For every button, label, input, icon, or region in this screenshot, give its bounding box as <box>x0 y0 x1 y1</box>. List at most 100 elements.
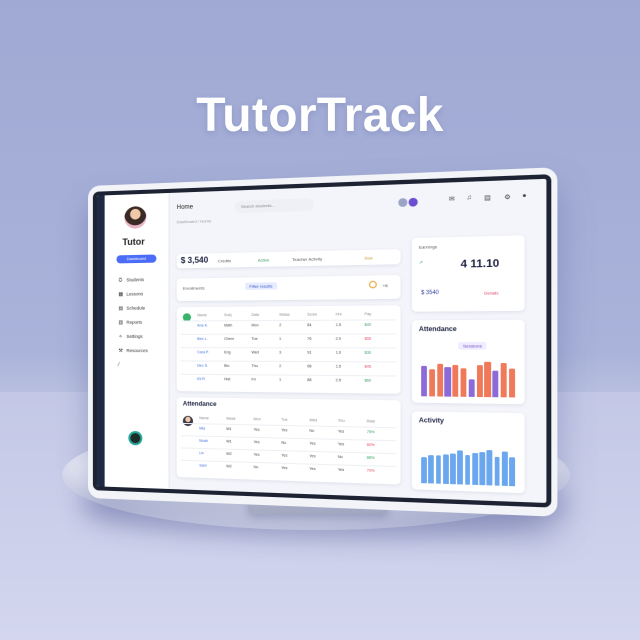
sidebar-item-2[interactable]: ▤ Schedule <box>118 305 145 311</box>
table-cell[interactable]: Mia <box>199 426 205 430</box>
table-header[interactable]: Date <box>251 313 259 317</box>
table-cell[interactable]: Liv <box>199 451 204 455</box>
details-link[interactable]: Details <box>484 290 499 296</box>
filter-button[interactable]: Filter results <box>245 282 277 290</box>
chart-bar[interactable] <box>468 379 475 397</box>
chart-bar[interactable] <box>501 451 508 486</box>
table-header[interactable]: Rate <box>367 419 375 423</box>
profile-icon[interactable] <box>408 197 418 207</box>
table-header[interactable]: Tue <box>281 418 287 422</box>
notification-icon[interactable]: ✉ <box>449 195 455 203</box>
table-cell[interactable]: Noah <box>199 439 208 443</box>
chart-bar[interactable] <box>500 362 507 398</box>
group-icon: ⛭ <box>118 277 123 284</box>
search-input[interactable]: Search students... <box>234 198 314 214</box>
table-header[interactable]: Week <box>226 417 235 421</box>
chart-bar[interactable] <box>484 361 491 398</box>
user-name: Tutor <box>122 236 145 248</box>
table-cell: Fri <box>251 377 256 382</box>
table-cell[interactable]: Eli R. <box>197 377 206 381</box>
row-divider <box>180 333 397 335</box>
bell-icon[interactable]: ♫ <box>466 195 471 202</box>
chart-bar[interactable] <box>435 455 442 484</box>
table-header[interactable]: Mon <box>254 417 261 421</box>
table-cell[interactable]: Cara P. <box>197 350 209 354</box>
chart-bar[interactable] <box>457 450 464 485</box>
table-cell: Yes <box>309 441 316 446</box>
chart-bar[interactable] <box>421 365 428 397</box>
breadcrumb: Dashboard / Home <box>176 218 212 225</box>
trend-icon: ↗ <box>418 259 423 265</box>
table-cell[interactable]: Dev S. <box>197 364 208 368</box>
stats-card: $ 3,540 Credits Active Teacher Activity … <box>176 249 401 269</box>
table-cell: Yes <box>337 442 345 447</box>
wrench-icon: ⚒ <box>118 348 123 355</box>
table-header[interactable]: Wed <box>309 418 317 422</box>
chart-bar[interactable] <box>421 456 427 484</box>
table-cell[interactable]: Ana K. <box>197 323 208 327</box>
chart-bar[interactable] <box>508 368 516 398</box>
chart-bar[interactable] <box>428 369 436 397</box>
chart-bar[interactable] <box>444 366 451 397</box>
table-header[interactable]: Hrs <box>336 312 342 316</box>
chart-bar[interactable] <box>436 363 443 397</box>
chart-top-legend[interactable]: Sessions <box>458 342 487 350</box>
table-header[interactable]: Subj <box>224 313 231 317</box>
chart-bar[interactable] <box>450 453 456 485</box>
chart-bar[interactable] <box>464 454 471 485</box>
chart-bar[interactable] <box>428 454 434 484</box>
active-tag[interactable]: Active <box>258 257 270 262</box>
table-cell: 70% <box>366 468 375 473</box>
more-icon[interactable]: ● <box>522 193 526 200</box>
filter-count: +8 <box>382 282 388 289</box>
table-cell: Chem <box>224 336 234 341</box>
row-divider <box>180 422 397 429</box>
chart-bar[interactable] <box>492 370 499 398</box>
table-cell: No <box>337 454 343 460</box>
table-header[interactable]: Name <box>197 313 207 317</box>
row-divider <box>180 459 397 468</box>
chart-bar[interactable] <box>460 368 467 397</box>
sidebar-item-label: Schedule <box>126 305 146 311</box>
sidebar-item-label: Students <box>126 277 145 283</box>
chart-bar[interactable] <box>479 452 486 486</box>
attendance-table: Attendance Name Week Mon Tue Wed Thu Rate Mia W1… <box>176 397 401 485</box>
calendar-icon[interactable]: ▤ <box>484 194 491 202</box>
table-header[interactable]: Name <box>199 416 209 420</box>
chart-bar[interactable] <box>476 365 483 398</box>
sidebar-item-5[interactable]: ⚒ Resources <box>118 348 147 354</box>
table-cell: Yes <box>337 467 345 473</box>
sidebar-active-pill[interactable]: Dashboard <box>116 254 157 264</box>
chart-bar[interactable] <box>486 450 493 486</box>
chart-bar[interactable] <box>509 457 516 487</box>
chart-bar[interactable] <box>472 452 478 485</box>
chart-bar[interactable] <box>442 454 449 485</box>
logout-icon[interactable] <box>128 430 143 446</box>
user-avatar-icon[interactable] <box>398 198 408 208</box>
due-tag[interactable]: Due <box>365 255 373 261</box>
table-cell: No <box>309 428 315 433</box>
settings-icon[interactable]: ⚙ <box>504 193 510 202</box>
table-cell: 1.5 <box>335 364 342 369</box>
table-header[interactable]: Status <box>279 313 290 317</box>
sidebar-item-1[interactable]: ▦ Lessons <box>118 291 143 297</box>
sidebar-item-3[interactable]: ▥ Reports <box>118 320 142 326</box>
row-divider <box>180 347 397 349</box>
table-cell[interactable]: Sam <box>199 463 206 467</box>
sidebar-item-label: Lessons <box>126 291 144 297</box>
activity-tag[interactable]: Teacher Activity <box>292 256 322 262</box>
table-header[interactable]: Pay <box>365 312 372 316</box>
sidebar-item-6[interactable]: ⁄ <box>118 362 126 368</box>
table-cell: $40 <box>364 322 372 328</box>
chart-bar[interactable] <box>452 365 459 397</box>
screen: Tutor Dashboard ⛭ Students ▦ Lessons ▤ Schedu… <box>92 174 552 508</box>
table-cell: Yes <box>253 452 260 457</box>
table-cell: $60 <box>364 378 372 383</box>
sidebar-item-0[interactable]: ⛭ Students <box>118 277 144 283</box>
sidebar-item-4[interactable]: ✧ Settings <box>118 334 142 340</box>
table-cell[interactable]: Ben L. <box>197 337 207 341</box>
table-header[interactable]: Thu <box>338 419 345 423</box>
avatar[interactable] <box>124 205 147 229</box>
table-header[interactable]: Score <box>307 312 317 316</box>
chart-bar[interactable] <box>494 456 501 486</box>
